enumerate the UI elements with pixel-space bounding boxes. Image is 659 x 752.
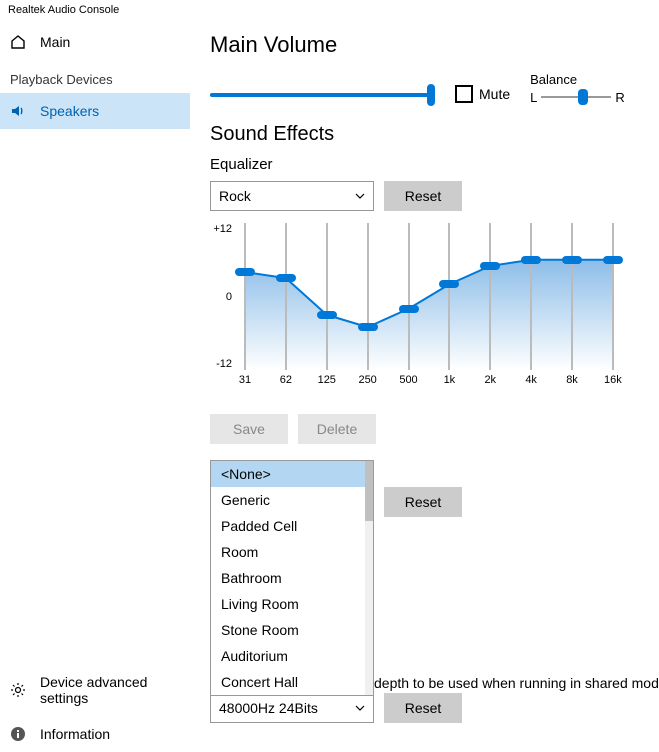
format-reset-button[interactable]: Reset <box>384 693 462 723</box>
sound-effects-heading: Sound Effects <box>210 123 639 146</box>
eq-band-slider[interactable]: 500 <box>402 223 416 370</box>
eq-band-slider[interactable]: 1k <box>442 223 456 370</box>
equalizer-delete-button[interactable]: Delete <box>298 414 376 444</box>
balance-left: L <box>530 90 537 105</box>
eq-band-slider[interactable]: 62 <box>279 223 293 370</box>
dropdown-option[interactable]: Bathroom <box>211 565 373 591</box>
volume-slider[interactable] <box>210 85 435 105</box>
environment-dropdown[interactable]: <None>GenericPadded CellRoomBathroomLivi… <box>210 460 374 696</box>
chevron-down-icon <box>355 191 365 201</box>
sidebar-label: Main <box>40 34 70 50</box>
sidebar-section-playback: Playback Devices <box>0 60 190 93</box>
sidebar-label: Speakers <box>40 103 99 119</box>
dropdown-option[interactable]: Living Room <box>211 591 373 617</box>
dropdown-option[interactable]: Padded Cell <box>211 513 373 539</box>
sidebar-item-advanced[interactable]: Device advanced settings <box>0 664 190 716</box>
mute-checkbox[interactable]: Mute <box>455 85 510 103</box>
equalizer-preset-select[interactable]: Rock <box>210 181 374 211</box>
dropdown-option[interactable]: Generic <box>211 487 373 513</box>
gear-icon <box>10 682 26 698</box>
eq-band-slider[interactable]: 125 <box>320 223 334 370</box>
equalizer-preset-value: Rock <box>219 188 251 204</box>
dropdown-option[interactable]: Stone Room <box>211 617 373 643</box>
balance-label: Balance <box>530 72 625 87</box>
dropdown-scrollbar[interactable] <box>365 461 373 695</box>
eq-band-slider[interactable]: 2k <box>483 223 497 370</box>
sidebar-item-speakers[interactable]: Speakers <box>0 93 190 129</box>
eq-band-slider[interactable]: 31 <box>238 223 252 370</box>
eq-band-slider[interactable]: 8k <box>565 223 579 370</box>
equalizer-save-button[interactable]: Save <box>210 414 288 444</box>
eq-band-slider[interactable]: 250 <box>361 223 375 370</box>
sidebar-item-main[interactable]: Main <box>0 24 190 60</box>
mute-label: Mute <box>479 86 510 102</box>
format-select[interactable]: 48000Hz 24Bits <box>210 693 374 723</box>
home-icon <box>10 34 26 50</box>
speaker-icon <box>10 103 26 119</box>
equalizer-chart: +120-12 31621252505001k2k4k8k16k <box>210 223 620 388</box>
format-value: 48000Hz 24Bits <box>219 700 318 716</box>
eq-band-slider[interactable]: 16k <box>606 223 620 370</box>
chevron-down-icon <box>355 703 365 713</box>
sidebar-item-info[interactable]: Information <box>0 716 190 752</box>
sidebar: Main Playback Devices Speakers Device ad… <box>0 24 190 752</box>
dropdown-option[interactable]: Room <box>211 539 373 565</box>
balance-slider[interactable] <box>541 89 611 105</box>
sidebar-label: Device advanced settings <box>40 674 180 706</box>
main-volume-heading: Main Volume <box>210 32 639 58</box>
sidebar-label: Information <box>40 726 110 742</box>
equalizer-label: Equalizer <box>210 156 639 173</box>
dropdown-option[interactable]: <None> <box>211 461 373 487</box>
equalizer-reset-button[interactable]: Reset <box>384 181 462 211</box>
dropdown-option[interactable]: Concert Hall <box>211 669 373 695</box>
eq-band-slider[interactable]: 4k <box>524 223 538 370</box>
dropdown-option[interactable]: Auditorium <box>211 643 373 669</box>
window-title: Realtek Audio Console <box>0 0 659 24</box>
format-description-fragment: depth to be used when running in shared … <box>374 675 659 691</box>
info-icon <box>10 726 26 742</box>
environment-reset-button[interactable]: Reset <box>384 487 462 517</box>
balance-right: R <box>615 90 624 105</box>
